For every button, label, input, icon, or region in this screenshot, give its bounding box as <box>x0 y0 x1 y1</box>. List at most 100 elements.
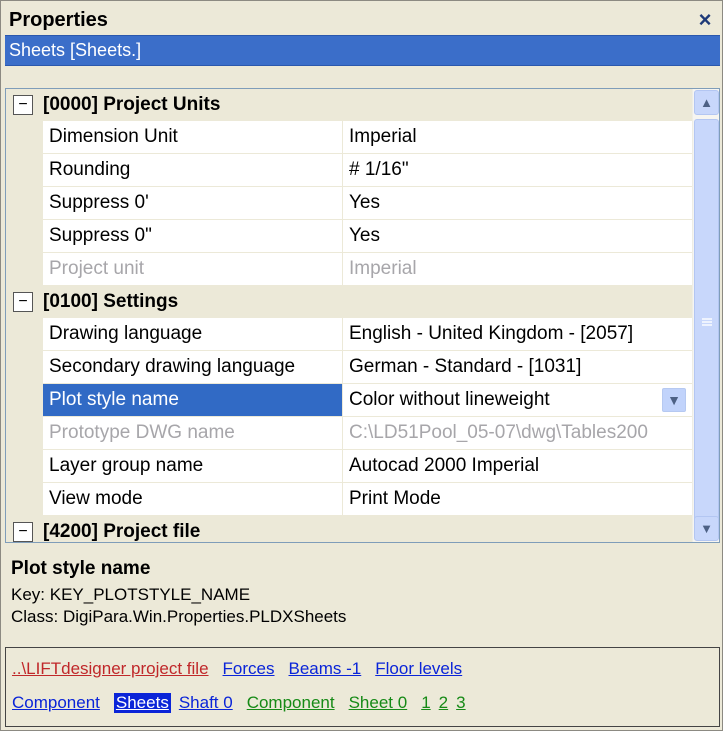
row-gutter <box>6 450 43 483</box>
property-row[interactable]: Prototype DWG name C:\LD51Pool_05-07\dwg\… <box>6 417 694 450</box>
property-value[interactable]: Color without lineweight ▼ <box>343 384 694 417</box>
link-liftdesigner-project-file[interactable]: ..\LIFTdesigner project file <box>12 659 209 679</box>
property-value-text: Yes <box>349 225 380 246</box>
property-row[interactable]: Layer group name Autocad 2000 Imperial <box>6 450 694 483</box>
property-row[interactable]: Secondary drawing language German - Stand… <box>6 351 694 384</box>
category-header[interactable]: − [0100] Settings <box>6 286 694 318</box>
row-gutter <box>6 220 43 253</box>
description-title: Plot style name <box>11 558 151 579</box>
description-class: Class: DigiPara.Win.Properties.PLDXSheet… <box>11 607 347 626</box>
link-forces[interactable]: Forces <box>223 659 275 679</box>
link-2[interactable]: 2 <box>439 693 448 713</box>
property-value[interactable]: English - United Kingdom - [2057] <box>343 318 694 351</box>
link-row-2: Component Sheets Shaft 0 Component Sheet 0 12… <box>12 686 713 720</box>
property-value[interactable]: Yes <box>343 187 694 220</box>
chevron-down-icon[interactable]: ▼ <box>662 388 686 412</box>
link-sheets[interactable]: Sheets <box>113 693 171 713</box>
property-value-text: Imperial <box>349 126 417 147</box>
property-name-text: Suppress 0" <box>49 225 152 246</box>
description-area: Plot style name Key: KEY_PLOTSTYLE_NAME … <box>5 546 720 646</box>
link-1[interactable]: 1 <box>421 693 430 713</box>
property-value-text: # 1/16" <box>349 159 409 180</box>
property-name[interactable]: Rounding <box>43 154 343 187</box>
property-name[interactable]: Suppress 0' <box>43 187 343 220</box>
row-gutter <box>6 384 43 417</box>
row-gutter <box>6 483 43 516</box>
property-name-text: Prototype DWG name <box>49 422 235 443</box>
property-value-text: German - Standard - [1031] <box>349 356 582 377</box>
property-value-text: Color without lineweight <box>349 389 550 410</box>
property-name[interactable]: Plot style name <box>43 384 343 417</box>
property-row[interactable]: Suppress 0" Yes <box>6 220 694 253</box>
row-gutter <box>6 121 43 154</box>
property-name-text: Suppress 0' <box>49 192 149 213</box>
property-name-text: Drawing language <box>49 323 203 344</box>
scroll-up-icon[interactable]: ▲ <box>694 90 719 115</box>
property-row[interactable]: Project unit Imperial <box>6 253 694 286</box>
link-3[interactable]: 3 <box>456 693 465 713</box>
description-key: Key: KEY_PLOTSTYLE_NAME <box>11 585 251 604</box>
link-component[interactable]: Component <box>12 693 100 713</box>
panel-titlebar: Properties × <box>5 5 720 35</box>
property-value[interactable]: Yes <box>343 220 694 253</box>
property-value[interactable]: # 1/16" <box>343 154 694 187</box>
property-name[interactable]: Project unit <box>43 253 343 286</box>
property-name-text: Project unit <box>49 258 145 279</box>
object-selector[interactable]: Sheets [Sheets.] <box>5 35 720 66</box>
properties-panel: Properties × Sheets [Sheets.] − [0000] Pr… <box>0 0 723 731</box>
property-name[interactable]: Drawing language <box>43 318 343 351</box>
panel-title: Properties <box>9 8 108 31</box>
property-value-text: Yes <box>349 192 380 213</box>
scroll-down-icon[interactable]: ▼ <box>694 516 719 541</box>
property-value[interactable]: Imperial <box>343 121 694 154</box>
row-gutter <box>6 154 43 187</box>
property-value-text: Imperial <box>349 258 417 279</box>
property-name[interactable]: Secondary drawing language <box>43 351 343 384</box>
link-sheet-0[interactable]: Sheet 0 <box>349 693 408 713</box>
link-row-1: ..\LIFTdesigner project file Forces Beams … <box>12 652 713 686</box>
property-value[interactable]: Print Mode <box>343 483 694 516</box>
property-row[interactable]: Suppress 0' Yes <box>6 187 694 220</box>
row-gutter <box>6 253 43 286</box>
property-value-text: English - United Kingdom - [2057] <box>349 323 634 344</box>
category-label: [0000] Project Units <box>43 93 221 115</box>
property-name[interactable]: Layer group name <box>43 450 343 483</box>
property-value: C:\LD51Pool_05-07\dwg\Tables200 <box>343 417 694 450</box>
property-name-text: View mode <box>49 488 143 509</box>
close-icon[interactable]: × <box>690 5 720 35</box>
minus-box-icon[interactable]: − <box>13 521 33 542</box>
link-beams-1[interactable]: Beams -1 <box>289 659 362 679</box>
minus-box-icon[interactable]: − <box>13 291 33 312</box>
property-value-text: C:\LD51Pool_05-07\dwg\Tables200 <box>349 422 648 443</box>
scroll-thumb[interactable] <box>694 119 719 524</box>
link-component[interactable]: Component <box>247 693 335 713</box>
property-value-text: Print Mode <box>349 488 441 509</box>
property-value[interactable]: Autocad 2000 Imperial <box>343 450 694 483</box>
link-shaft-0[interactable]: Shaft 0 <box>179 693 233 713</box>
property-name-text: Dimension Unit <box>49 126 178 147</box>
property-name[interactable]: Dimension Unit <box>43 121 343 154</box>
property-name-text: Layer group name <box>49 455 204 476</box>
property-value[interactable]: German - Standard - [1031] <box>343 351 694 384</box>
row-gutter <box>6 187 43 220</box>
category-header[interactable]: − [0000] Project Units <box>6 89 694 121</box>
minus-box-icon[interactable]: − <box>13 94 33 115</box>
category-header[interactable]: − [4200] Project file <box>6 516 694 542</box>
property-value-text: Autocad 2000 Imperial <box>349 455 540 476</box>
grip-icon <box>701 317 712 326</box>
property-row[interactable]: Dimension Unit Imperial <box>6 121 694 154</box>
property-value: Imperial <box>343 253 694 286</box>
property-name[interactable]: Suppress 0" <box>43 220 343 253</box>
category-label: [4200] Project file <box>43 520 201 542</box>
property-row[interactable]: Plot style name Color without lineweight ▼ <box>6 384 694 417</box>
property-row[interactable]: View mode Print Mode <box>6 483 694 516</box>
property-row[interactable]: Rounding # 1/16" <box>6 154 694 187</box>
row-gutter <box>6 318 43 351</box>
link-floor-levels[interactable]: Floor levels <box>375 659 462 679</box>
property-row[interactable]: Drawing language English - United Kingdom… <box>6 318 694 351</box>
property-name[interactable]: Prototype DWG name <box>43 417 343 450</box>
property-name[interactable]: View mode <box>43 483 343 516</box>
vertical-scrollbar[interactable]: ▲ ▼ <box>692 89 719 542</box>
object-selector-value: Sheets [Sheets.] <box>9 40 142 60</box>
property-grid: − [0000] Project Units Dimension Unit Imper… <box>5 88 720 543</box>
